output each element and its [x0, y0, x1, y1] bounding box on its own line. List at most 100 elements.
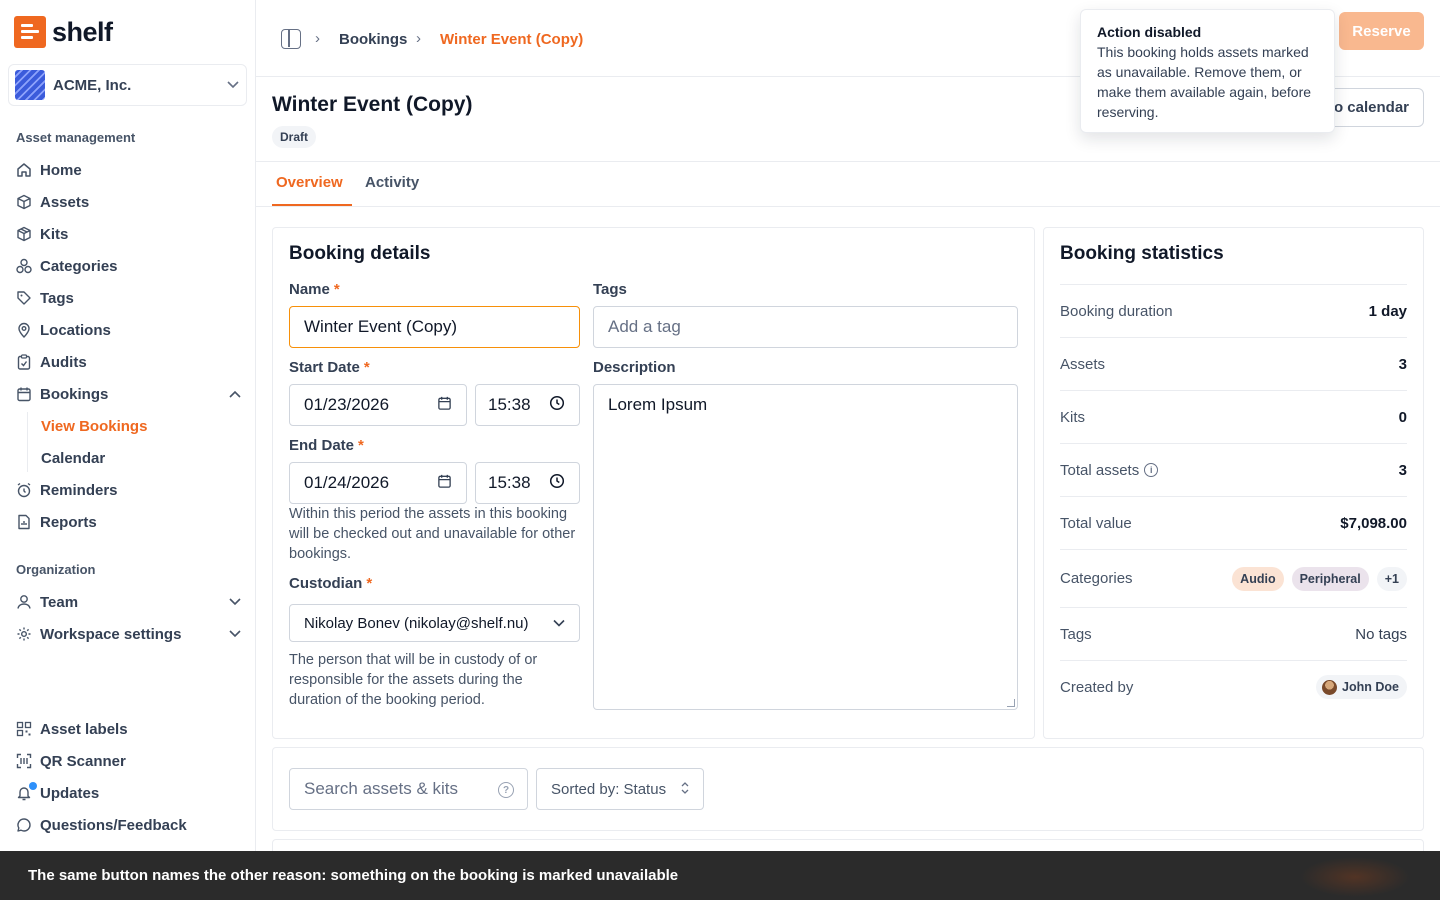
start-time-input[interactable]: 15:38	[475, 384, 580, 426]
sidebar-item-questions-feedback[interactable]: Questions/Feedback	[16, 811, 242, 839]
sidebar-item-label: Team	[40, 593, 79, 611]
description-value: Lorem Ipsum	[608, 395, 708, 414]
breadcrumb-bookings[interactable]: Bookings	[339, 31, 407, 48]
start-date-input[interactable]: 01/23/2026	[289, 384, 467, 426]
name-input[interactable]: Winter Event (Copy)	[289, 306, 580, 348]
chevron-down-icon	[228, 595, 242, 609]
sidebar-item-home[interactable]: Home	[16, 156, 242, 184]
caption-bar: The same button names the other reason: …	[0, 851, 1440, 900]
name-label: Name *	[289, 281, 340, 298]
scan-icon	[16, 753, 32, 769]
end-date-label: End Date *	[289, 437, 364, 454]
sidebar-item-label: Assets	[40, 193, 90, 211]
shelf-logo[interactable]: shelf	[14, 16, 113, 48]
nav-section-organization: Organization	[16, 562, 96, 577]
end-date-label-text: End Date	[289, 437, 355, 454]
tooltip-text: This booking holds assets marked as unav…	[1097, 44, 1312, 120]
sidebar-item-label: Workspace settings	[40, 625, 182, 643]
category-chip: Peripheral	[1291, 566, 1369, 591]
info-icon[interactable]: i	[1144, 463, 1159, 477]
stat-value: 3	[1398, 461, 1407, 479]
caption-glow	[1300, 857, 1410, 897]
sidebar-subitem-view-bookings[interactable]: View Bookings	[41, 418, 147, 435]
sidebar-item-workspace-settings[interactable]: Workspace settings	[16, 620, 242, 648]
sidebar-item-label: Questions/Feedback	[40, 816, 187, 834]
custodian-select[interactable]: Nikolay Bonev (nikolay@shelf.nu)	[289, 604, 580, 642]
creator-chip: John Doe	[1316, 675, 1407, 699]
qr-icon	[16, 721, 32, 737]
help-circle-icon[interactable]: ?	[498, 782, 514, 798]
workspace-switcher[interactable]: ACME, Inc.	[8, 64, 247, 106]
sidebar-item-audits[interactable]: Audits	[16, 348, 242, 376]
stat-value: No tags	[1355, 625, 1407, 643]
tooltip-title: Action disabled	[1097, 24, 1202, 40]
brand-name: shelf	[52, 16, 113, 47]
custodian-label: Custodian *	[289, 575, 373, 592]
category-more-chip[interactable]: +1	[1376, 566, 1407, 591]
start-date-value: 01/23/2026	[304, 395, 390, 414]
chevron-down-icon	[553, 615, 565, 632]
sidebar-item-assets[interactable]: Assets	[16, 188, 242, 216]
notification-dot	[29, 782, 37, 790]
chevron-down-icon	[228, 627, 242, 641]
sidebar-item-label: Audits	[40, 353, 87, 371]
divider	[256, 161, 1440, 162]
sidebar-item-label: Updates	[40, 784, 100, 802]
sidebar-item-asset-labels[interactable]: Asset labels	[16, 715, 242, 743]
stat-row-assets: Assets 3	[1060, 337, 1407, 390]
stat-label: Created by	[1060, 678, 1134, 696]
end-date-input[interactable]: 01/24/2026	[289, 462, 467, 504]
sidebar-item-reminders[interactable]: Reminders	[16, 476, 242, 504]
tags-input[interactable]: Add a tag	[593, 306, 1018, 348]
calendar-icon[interactable]	[437, 396, 452, 415]
shapes-icon	[16, 258, 32, 274]
stat-row-categories: Categories Audio Peripheral +1	[1060, 549, 1407, 607]
sidebar-item-kits[interactable]: Kits	[16, 220, 242, 248]
sort-label: Sorted by: Status	[551, 780, 667, 798]
breadcrumb-current: Winter Event (Copy)	[440, 31, 584, 48]
sidebar-item-categories[interactable]: Categories	[16, 252, 242, 280]
stat-label: Booking duration	[1060, 302, 1173, 320]
avatar	[1322, 679, 1338, 695]
calendar-icon	[16, 386, 32, 402]
stat-label: Assets	[1060, 355, 1106, 373]
sidebar-item-team[interactable]: Team	[16, 588, 242, 616]
clock-icon[interactable]	[549, 395, 565, 415]
description-textarea[interactable]: Lorem Ipsum	[593, 384, 1018, 710]
gear-icon	[16, 626, 32, 642]
custodian-helper-text: The person that will be in custody of or…	[289, 652, 538, 708]
search-input[interactable]: Search assets & kits ?	[289, 768, 528, 810]
tab-activity[interactable]: Activity	[365, 174, 419, 191]
end-time-input[interactable]: 15:38	[475, 462, 580, 504]
chevron-up-down-icon	[681, 781, 689, 798]
sidebar-item-updates[interactable]: Updates	[16, 779, 242, 807]
stat-row-booking-duration: Booking duration 1 day	[1060, 284, 1407, 337]
stat-value: 1 day	[1368, 302, 1407, 320]
cube-icon	[16, 194, 32, 210]
resize-handle-icon[interactable]	[1007, 699, 1015, 707]
sidebar-item-label: Reminders	[40, 481, 118, 499]
sidebar-item-tags[interactable]: Tags	[16, 284, 242, 312]
sidebar-item-label: Asset labels	[40, 720, 128, 738]
sidebar-item-bookings[interactable]: Bookings	[16, 380, 242, 408]
calendar-icon[interactable]	[437, 474, 452, 493]
clock-icon[interactable]	[549, 473, 565, 493]
caption-text: The same button names the other reason: …	[28, 867, 679, 884]
custodian-label-text: Custodian	[289, 575, 363, 592]
sidebar-subitem-calendar[interactable]: Calendar	[41, 450, 105, 467]
divider	[256, 206, 1440, 207]
sidebar-item-label: Categories	[40, 257, 118, 275]
sort-button[interactable]: Sorted by: Status	[536, 768, 704, 810]
reserve-button[interactable]: Reserve	[1339, 12, 1424, 50]
sidebar-item-reports[interactable]: Reports	[16, 508, 242, 536]
period-helper-text: Within this period the assets in this bo…	[289, 506, 576, 562]
clipboard-icon	[16, 354, 32, 370]
sidebar-toggle-icon[interactable]	[281, 29, 301, 49]
description-label: Description	[593, 359, 676, 376]
tab-overview[interactable]: Overview	[276, 174, 343, 191]
alarm-icon	[16, 482, 32, 498]
sidebar-item-locations[interactable]: Locations	[16, 316, 242, 344]
end-date-value: 01/24/2026	[304, 473, 390, 492]
sidebar-item-qr-scanner[interactable]: QR Scanner	[16, 747, 242, 775]
creator-name: John Doe	[1342, 680, 1399, 694]
